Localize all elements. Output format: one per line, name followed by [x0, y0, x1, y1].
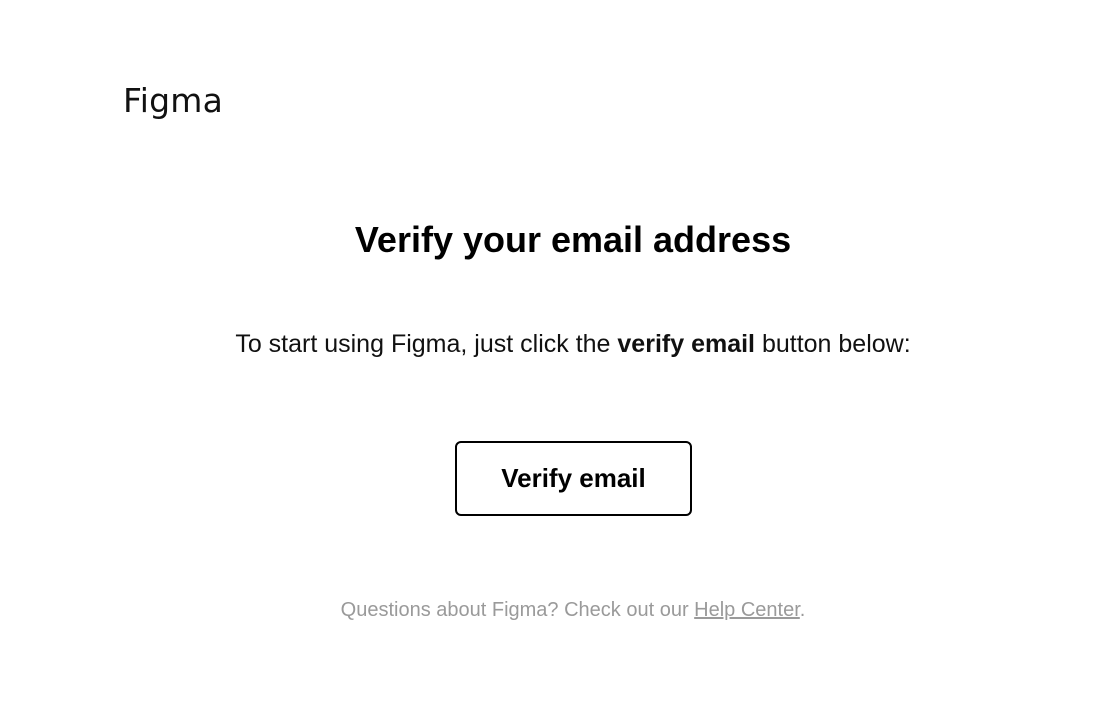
- instruction-text: To start using Figma, just click the ver…: [0, 329, 1096, 359]
- footer-text: Questions about Figma? Check out our Hel…: [0, 598, 1096, 622]
- instruction-emphasis: verify email: [617, 330, 755, 358]
- footer-prefix: Questions about Figma? Check out our: [340, 599, 695, 621]
- figma-logo: Figma: [123, 81, 224, 120]
- instruction-prefix: To start using Figma, just click the: [235, 330, 618, 358]
- verify-email-button[interactable]: Verify email: [455, 441, 692, 516]
- page-title: Verify your email address: [354, 219, 792, 260]
- help-center-link[interactable]: Help Center: [694, 599, 800, 621]
- instruction-suffix: button below:: [755, 330, 911, 358]
- footer-suffix: .: [799, 599, 806, 621]
